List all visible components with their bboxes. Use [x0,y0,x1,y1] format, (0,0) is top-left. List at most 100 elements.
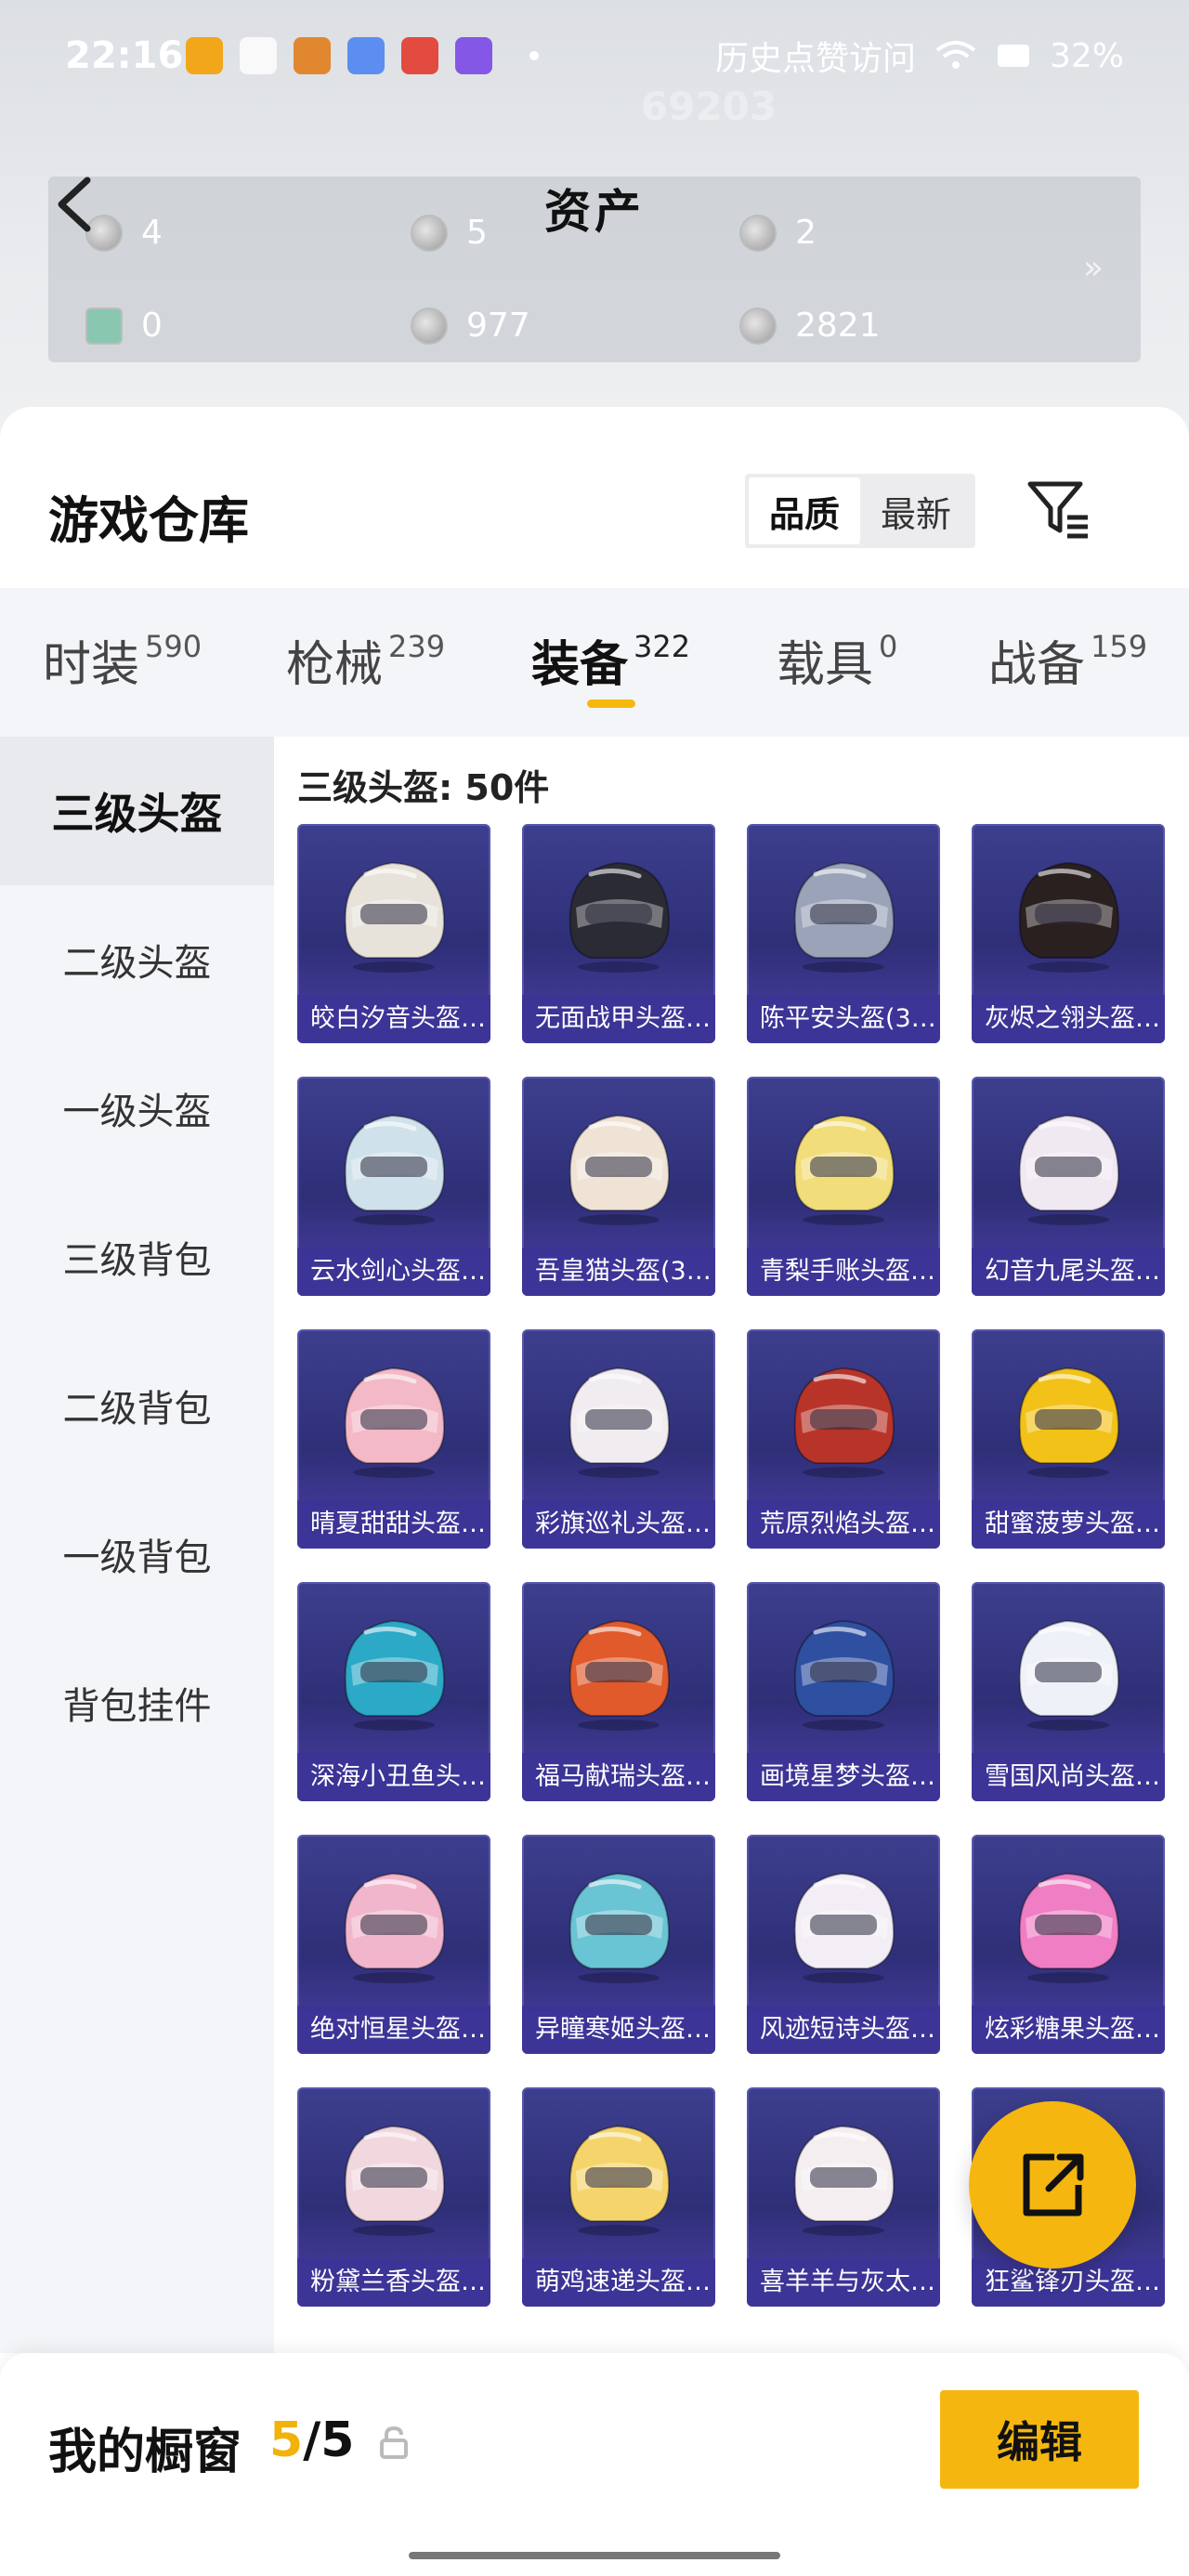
item-card[interactable]: 异瞳寒姬头盔(3级) [522,1835,715,2054]
helmet-icon [1018,1366,1120,1478]
item-card[interactable]: 晴夏甜甜头盔(3级) [297,1329,490,1549]
item-card[interactable]: 无面战甲头盔(3级) [522,824,715,1043]
tab-count: 322 [634,629,691,664]
item-card[interactable]: 陈平安头盔(3级) [747,824,940,1043]
sort-quality-button[interactable]: 品质 [749,477,860,544]
item-card[interactable]: 幻音九尾头盔(3级) [972,1077,1165,1296]
item-card[interactable]: 福马献瑞头盔(3级) [522,1582,715,1801]
helmet-icon [344,1366,446,1478]
item-card[interactable]: 吾皇猫头盔(3级) [522,1077,715,1296]
helmet-icon [568,1872,671,1983]
item-card[interactable]: 粉黛兰香头盔(3级) [297,2087,490,2307]
tab-equipment[interactable]: 装备 322 [531,625,690,695]
tab-supplies[interactable]: 战备 159 [988,625,1147,695]
filter-button[interactable] [1022,472,1096,546]
bottom-bar: 我的橱窗 5/5 编辑 [0,2353,1189,2576]
status-time: 22:16 [65,34,184,77]
helmet-icon [793,1366,895,1478]
sort-toggle: 品质 最新 [745,474,975,548]
asset-value: 0 [141,307,163,345]
battery-level: 32% [1049,36,1124,75]
item-card[interactable]: 皎白汐音头盔(3级) [297,824,490,1043]
helmet-icon [793,1872,895,1983]
item-card[interactable]: 云水剑心头盔(3级) [297,1077,490,1296]
item-card-label: 喜羊羊与灰太狼头盔(3级) [747,2258,940,2307]
item-card[interactable]: 雪国风尚头盔(3级) [972,1582,1165,1801]
item-card[interactable]: 画境星梦头盔(3级) [747,1582,940,1801]
helmet-icon [344,1619,446,1731]
item-card[interactable]: 风迹短诗头盔(3级) [747,1835,940,2054]
item-card[interactable]: 彩旗巡礼头盔(3级) [522,1329,715,1549]
sidebar-item-level1-backpack[interactable]: 一级背包 [0,1480,274,1628]
item-card-label: 炫彩糖果头盔(3级) [972,2006,1165,2054]
asset-icon [411,307,448,345]
tab-count: 159 [1091,629,1148,664]
status-dot [529,51,539,60]
tab-label: 枪械 [286,637,384,693]
sidebar-item-backpack-charm[interactable]: 背包挂件 [0,1628,274,1777]
item-card-label: 雪国风尚头盔(3级) [972,1753,1165,1801]
item-card[interactable]: 萌鸡速递头盔(3级) [522,2087,715,2307]
sidebar-item-level2-helmet[interactable]: 二级头盔 [0,885,274,1034]
showcase-count: 5/5 [269,2413,355,2468]
tab-label: 装备 [531,637,629,693]
sidebar-item-level3-backpack[interactable]: 三级背包 [0,1183,274,1331]
status-bar: 22:16 历史点赞访问 32% [65,28,1124,84]
lock-icon [380,2426,408,2459]
helmet-icon [1018,861,1120,973]
category-tabs: 时装 590 枪械 239 装备 322 载具 0 战备 159 [0,588,1189,737]
tab-count: 590 [145,629,203,664]
item-card[interactable]: 炫彩糖果头盔(3级) [972,1835,1165,2054]
filter-icon [1027,481,1088,539]
item-card[interactable]: 甜蜜菠萝头盔(3级) [972,1329,1165,1549]
helmet-icon [793,1114,895,1225]
item-card[interactable]: 深海小丑鱼头盔(3级) [297,1582,490,1801]
grid-caption: 三级头盔: 50件 [297,767,550,808]
item-card-label: 萌鸡速递头盔(3级) [522,2258,715,2307]
helmet-icon [344,861,446,973]
item-card-label: 彩旗巡礼头盔(3级) [522,1500,715,1549]
helmet-icon [793,1619,895,1731]
helmet-icon [344,1114,446,1225]
helmet-icon [1018,1114,1120,1225]
asset-icon [739,307,777,345]
asset-value: 977 [466,307,530,345]
page-title: 资产 [544,185,645,239]
helmet-icon [568,2125,671,2236]
asset-item: 977 [411,307,530,345]
item-card[interactable]: 灰烬之翎头盔(3级) [972,824,1165,1043]
tab-label: 战备 [988,637,1086,693]
asset-icon [85,307,123,345]
helmet-icon [568,1619,671,1731]
asset-value: 2821 [795,307,881,345]
home-indicator [409,2552,780,2559]
active-tab-indicator [587,700,635,708]
item-card-label: 深海小丑鱼头盔(3级) [297,1753,490,1801]
tab-fashion[interactable]: 时装 590 [43,625,202,695]
item-card-label: 幻音九尾头盔(3级) [972,1248,1165,1296]
chevron-right-icon: » [1082,249,1104,287]
top-header-area: 22:16 历史点赞访问 32% 69203 4 5 2 0 977 2821 … [0,0,1189,437]
item-card[interactable]: 青梨手账头盔(3级) [747,1077,940,1296]
helmet-icon [344,1872,446,1983]
tab-guns[interactable]: 枪械 239 [286,625,445,695]
item-card-label: 皎白汐音头盔(3级) [297,995,490,1043]
sidebar-item-level2-backpack[interactable]: 二级背包 [0,1331,274,1480]
share-icon [1023,2153,1084,2216]
sheet-title: 游戏仓库 [48,491,249,550]
item-card-label: 福马献瑞头盔(3级) [522,1753,715,1801]
edit-button[interactable]: 编辑 [940,2390,1139,2489]
sort-newest-button[interactable]: 最新 [860,477,972,544]
tab-vehicles[interactable]: 载具 0 [777,625,897,695]
sidebar-item-level3-helmet[interactable]: 三级头盔 [0,737,274,885]
sidebar: 三级头盔 二级头盔 一级头盔 三级背包 二级背包 一级背包 背包挂件 [0,737,274,2353]
helmet-icon [793,861,895,973]
status-app-icon [294,37,331,74]
share-button[interactable] [969,2101,1136,2269]
item-card[interactable]: 喜羊羊与灰太狼头盔(3级) [747,2087,940,2307]
sidebar-item-level1-helmet[interactable]: 一级头盔 [0,1034,274,1183]
status-app-icon [455,37,492,74]
battery-saver-icon [997,45,1029,67]
item-card[interactable]: 荒原烈焰头盔(3级) [747,1329,940,1549]
item-card[interactable]: 绝对恒星头盔(3级) [297,1835,490,2054]
